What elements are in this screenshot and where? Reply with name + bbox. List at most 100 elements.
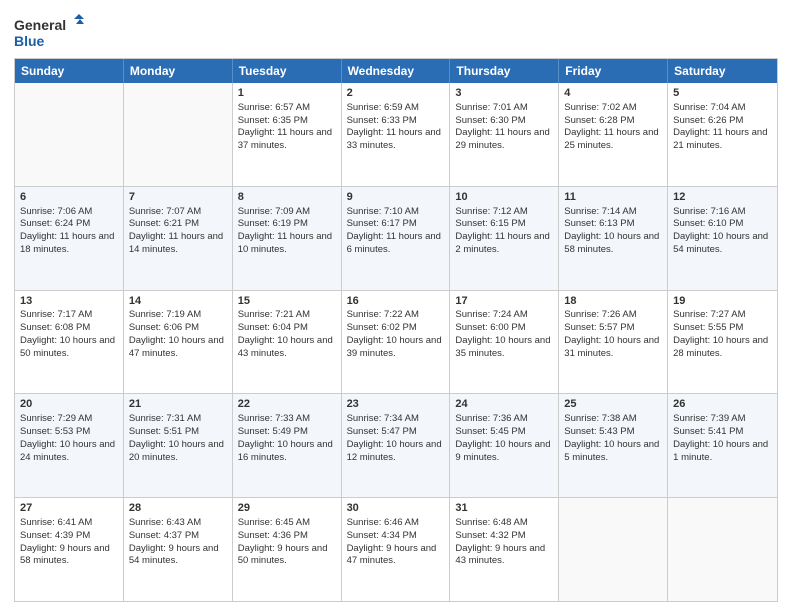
- sunrise-text: Sunrise: 7:34 AM: [347, 413, 419, 424]
- day-number: 30: [347, 501, 445, 516]
- daylight-text: Daylight: 11 hours and 37 minutes.: [238, 127, 332, 151]
- header-day-monday: Monday: [124, 59, 233, 83]
- day-cell-12: 12Sunrise: 7:16 AMSunset: 6:10 PMDayligh…: [668, 187, 777, 290]
- calendar-row-3: 20Sunrise: 7:29 AMSunset: 5:53 PMDayligh…: [15, 393, 777, 497]
- sunset-text: Sunset: 5:53 PM: [20, 426, 90, 437]
- day-cell-23: 23Sunrise: 7:34 AMSunset: 5:47 PMDayligh…: [342, 394, 451, 497]
- day-cell-16: 16Sunrise: 7:22 AMSunset: 6:02 PMDayligh…: [342, 291, 451, 394]
- daylight-text: Daylight: 10 hours and 58 minutes.: [564, 231, 659, 255]
- sunrise-text: Sunrise: 7:38 AM: [564, 413, 636, 424]
- sunrise-text: Sunrise: 7:17 AM: [20, 309, 92, 320]
- sunset-text: Sunset: 5:41 PM: [673, 426, 743, 437]
- sunrise-text: Sunrise: 7:10 AM: [347, 206, 419, 217]
- day-cell-1: 1Sunrise: 6:57 AMSunset: 6:35 PMDaylight…: [233, 83, 342, 186]
- day-cell-26: 26Sunrise: 7:39 AMSunset: 5:41 PMDayligh…: [668, 394, 777, 497]
- sunset-text: Sunset: 5:49 PM: [238, 426, 308, 437]
- day-cell-21: 21Sunrise: 7:31 AMSunset: 5:51 PMDayligh…: [124, 394, 233, 497]
- daylight-text: Daylight: 10 hours and 31 minutes.: [564, 335, 659, 359]
- day-cell-7: 7Sunrise: 7:07 AMSunset: 6:21 PMDaylight…: [124, 187, 233, 290]
- day-number: 21: [129, 397, 227, 412]
- day-number: 1: [238, 86, 336, 101]
- sunrise-text: Sunrise: 7:26 AM: [564, 309, 636, 320]
- day-cell-20: 20Sunrise: 7:29 AMSunset: 5:53 PMDayligh…: [15, 394, 124, 497]
- day-cell-28: 28Sunrise: 6:43 AMSunset: 4:37 PMDayligh…: [124, 498, 233, 601]
- day-number: 3: [455, 86, 553, 101]
- daylight-text: Daylight: 9 hours and 43 minutes.: [455, 543, 545, 567]
- daylight-text: Daylight: 9 hours and 47 minutes.: [347, 543, 437, 567]
- day-number: 31: [455, 501, 553, 516]
- logo-svg: General Blue: [14, 14, 84, 52]
- daylight-text: Daylight: 11 hours and 14 minutes.: [129, 231, 223, 255]
- empty-cell: [124, 83, 233, 186]
- day-cell-18: 18Sunrise: 7:26 AMSunset: 5:57 PMDayligh…: [559, 291, 668, 394]
- daylight-text: Daylight: 10 hours and 50 minutes.: [20, 335, 115, 359]
- day-cell-24: 24Sunrise: 7:36 AMSunset: 5:45 PMDayligh…: [450, 394, 559, 497]
- day-number: 26: [673, 397, 772, 412]
- day-number: 5: [673, 86, 772, 101]
- daylight-text: Daylight: 10 hours and 39 minutes.: [347, 335, 442, 359]
- day-cell-27: 27Sunrise: 6:41 AMSunset: 4:39 PMDayligh…: [15, 498, 124, 601]
- daylight-text: Daylight: 10 hours and 35 minutes.: [455, 335, 550, 359]
- day-number: 15: [238, 294, 336, 309]
- day-cell-25: 25Sunrise: 7:38 AMSunset: 5:43 PMDayligh…: [559, 394, 668, 497]
- sunrise-text: Sunrise: 6:46 AM: [347, 517, 419, 528]
- sunrise-text: Sunrise: 7:01 AM: [455, 102, 527, 113]
- sunrise-text: Sunrise: 7:14 AM: [564, 206, 636, 217]
- day-number: 12: [673, 190, 772, 205]
- sunset-text: Sunset: 6:35 PM: [238, 115, 308, 126]
- sunrise-text: Sunrise: 7:16 AM: [673, 206, 745, 217]
- sunrise-text: Sunrise: 7:29 AM: [20, 413, 92, 424]
- daylight-text: Daylight: 10 hours and 24 minutes.: [20, 439, 115, 463]
- sunset-text: Sunset: 6:30 PM: [455, 115, 525, 126]
- day-cell-9: 9Sunrise: 7:10 AMSunset: 6:17 PMDaylight…: [342, 187, 451, 290]
- sunrise-text: Sunrise: 7:12 AM: [455, 206, 527, 217]
- sunrise-text: Sunrise: 6:41 AM: [20, 517, 92, 528]
- calendar-row-4: 27Sunrise: 6:41 AMSunset: 4:39 PMDayligh…: [15, 497, 777, 601]
- daylight-text: Daylight: 10 hours and 43 minutes.: [238, 335, 333, 359]
- daylight-text: Daylight: 11 hours and 2 minutes.: [455, 231, 549, 255]
- sunset-text: Sunset: 6:04 PM: [238, 322, 308, 333]
- sunrise-text: Sunrise: 7:02 AM: [564, 102, 636, 113]
- day-cell-4: 4Sunrise: 7:02 AMSunset: 6:28 PMDaylight…: [559, 83, 668, 186]
- sunrise-text: Sunrise: 7:19 AM: [129, 309, 201, 320]
- sunset-text: Sunset: 6:13 PM: [564, 218, 634, 229]
- sunset-text: Sunset: 6:00 PM: [455, 322, 525, 333]
- day-number: 29: [238, 501, 336, 516]
- day-cell-17: 17Sunrise: 7:24 AMSunset: 6:00 PMDayligh…: [450, 291, 559, 394]
- svg-text:General: General: [14, 17, 66, 33]
- sunset-text: Sunset: 4:34 PM: [347, 530, 417, 541]
- sunset-text: Sunset: 6:06 PM: [129, 322, 199, 333]
- day-cell-14: 14Sunrise: 7:19 AMSunset: 6:06 PMDayligh…: [124, 291, 233, 394]
- daylight-text: Daylight: 9 hours and 58 minutes.: [20, 543, 110, 567]
- sunset-text: Sunset: 5:45 PM: [455, 426, 525, 437]
- day-number: 10: [455, 190, 553, 205]
- sunset-text: Sunset: 5:51 PM: [129, 426, 199, 437]
- calendar-row-1: 6Sunrise: 7:06 AMSunset: 6:24 PMDaylight…: [15, 186, 777, 290]
- daylight-text: Daylight: 10 hours and 12 minutes.: [347, 439, 442, 463]
- daylight-text: Daylight: 10 hours and 20 minutes.: [129, 439, 224, 463]
- sunset-text: Sunset: 6:19 PM: [238, 218, 308, 229]
- header-day-saturday: Saturday: [668, 59, 777, 83]
- day-number: 9: [347, 190, 445, 205]
- day-cell-10: 10Sunrise: 7:12 AMSunset: 6:15 PMDayligh…: [450, 187, 559, 290]
- day-number: 11: [564, 190, 662, 205]
- sunrise-text: Sunrise: 7:07 AM: [129, 206, 201, 217]
- calendar-row-0: 1Sunrise: 6:57 AMSunset: 6:35 PMDaylight…: [15, 83, 777, 186]
- day-cell-29: 29Sunrise: 6:45 AMSunset: 4:36 PMDayligh…: [233, 498, 342, 601]
- sunrise-text: Sunrise: 7:21 AM: [238, 309, 310, 320]
- day-cell-30: 30Sunrise: 6:46 AM Sunset: 4:34 PM Dayligh…: [342, 498, 451, 601]
- day-cell-2: 2Sunrise: 6:59 AMSunset: 6:33 PMDaylight…: [342, 83, 451, 186]
- page: General Blue SundayMondayTuesdayWednesda…: [0, 0, 792, 612]
- daylight-text: Daylight: 10 hours and 9 minutes.: [455, 439, 550, 463]
- daylight-text: Daylight: 10 hours and 16 minutes.: [238, 439, 333, 463]
- sunset-text: Sunset: 5:55 PM: [673, 322, 743, 333]
- sunset-text: Sunset: 6:28 PM: [564, 115, 634, 126]
- day-cell-13: 13Sunrise: 7:17 AMSunset: 6:08 PMDayligh…: [15, 291, 124, 394]
- sunset-text: Sunset: 5:57 PM: [564, 322, 634, 333]
- day-cell-11: 11Sunrise: 7:14 AMSunset: 6:13 PM Dayligh…: [559, 187, 668, 290]
- header: General Blue: [14, 10, 778, 52]
- sunset-text: Sunset: 4:37 PM: [129, 530, 199, 541]
- day-number: 6: [20, 190, 118, 205]
- daylight-text: Daylight: 10 hours and 54 minutes.: [673, 231, 768, 255]
- day-cell-3: 3Sunrise: 7:01 AMSunset: 6:30 PMDaylight…: [450, 83, 559, 186]
